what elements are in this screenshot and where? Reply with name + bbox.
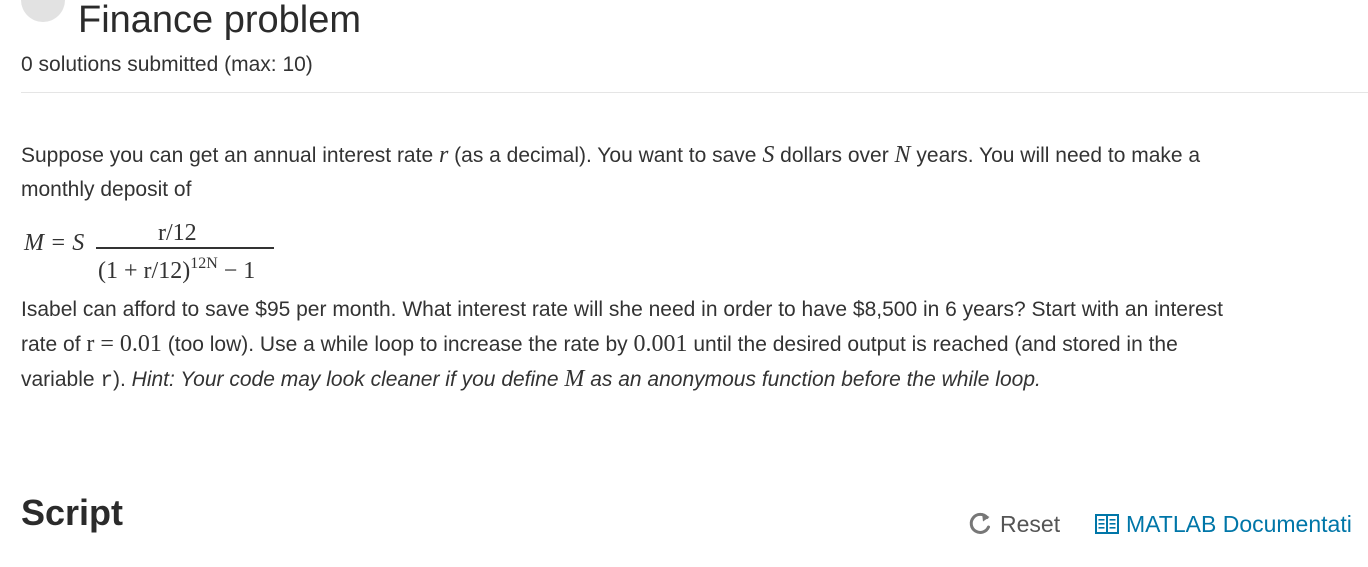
hint-text-part: as an anonymous function before the whil… xyxy=(584,368,1041,391)
reset-label: Reset xyxy=(1000,511,1061,537)
task-text: Isabel can afford to save $95 per month.… xyxy=(21,298,1223,321)
math-variable-s: S xyxy=(762,142,775,168)
documentation-label: MATLAB Documentati xyxy=(1126,511,1352,537)
formula-lhs: M = S xyxy=(24,230,84,257)
code-variable-r: r xyxy=(100,370,113,393)
initial-rate-math: r = 0.01 xyxy=(86,331,162,357)
formula-denominator: (1 + r/12)12N − 1 xyxy=(98,249,255,286)
reset-button[interactable]: Reset xyxy=(966,508,1060,540)
description-text: dollars over xyxy=(774,144,895,167)
description-text: monthly deposit of xyxy=(21,178,192,201)
task-text: rate of xyxy=(21,333,87,356)
submission-count: 0 solutions submitted (max: 10) xyxy=(21,53,313,76)
formula-numerator: r/12 xyxy=(158,220,197,246)
script-heading: Script xyxy=(21,492,124,533)
description-text: Suppose you can get an annual interest r… xyxy=(21,144,439,167)
denominator-tail: − 1 xyxy=(217,258,256,284)
problem-title: Finance problem xyxy=(78,0,362,41)
formula-lhs-text: M = S xyxy=(24,230,85,256)
matlab-documentation-link[interactable]: MATLAB Documentati xyxy=(1094,508,1352,540)
hint-text-part: Hint: Your code may look cleaner if you … xyxy=(131,368,565,391)
math-variable-m: M xyxy=(564,366,585,392)
task-text: until the desired output is reached (and… xyxy=(687,333,1178,356)
hint-text: Hint: Your code may look cleaner if you … xyxy=(131,366,1041,392)
description-text: (as a decimal). You want to save xyxy=(448,144,763,167)
math-variable-n: N xyxy=(894,142,911,168)
denominator-exponent: 12N xyxy=(190,255,218,272)
problem-task: Isabel can afford to save $95 per month.… xyxy=(21,293,1223,399)
reset-icon xyxy=(966,510,994,538)
increment-math: 0.001 xyxy=(633,331,688,357)
problem-page: Finance problem 0 solutions submitted (m… xyxy=(0,0,1368,567)
denominator-base: (1 + r/12) xyxy=(98,258,191,284)
math-variable-r: r xyxy=(438,142,449,168)
status-circle-icon xyxy=(21,0,65,22)
divider xyxy=(21,92,1368,93)
book-icon xyxy=(1094,512,1120,536)
description-text: years. You will need to make a xyxy=(910,144,1201,167)
task-text: ). xyxy=(113,368,132,391)
task-text: variable xyxy=(21,368,101,391)
task-text: (too low). Use a while loop to increase … xyxy=(161,333,634,356)
problem-description: Suppose you can get an annual interest r… xyxy=(21,138,1200,207)
